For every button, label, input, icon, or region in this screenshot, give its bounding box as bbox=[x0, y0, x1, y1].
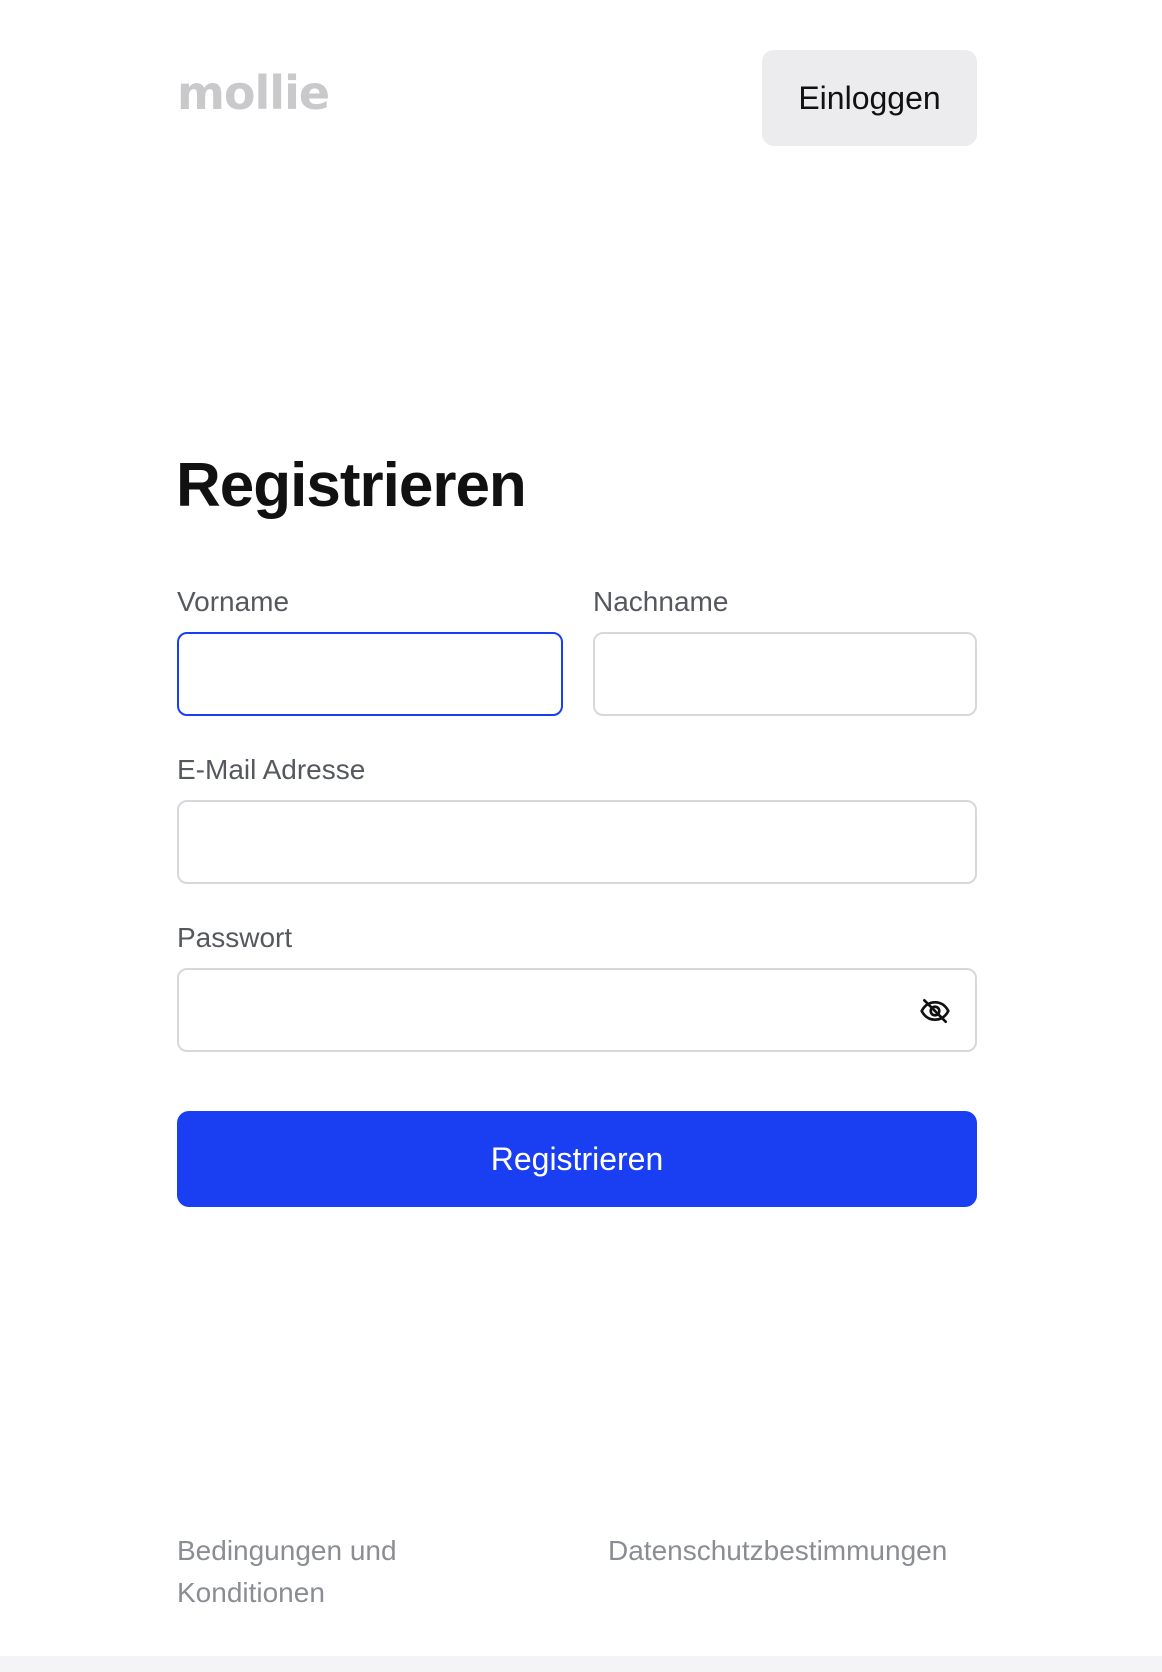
last-name-input[interactable] bbox=[593, 632, 977, 716]
first-name-input[interactable] bbox=[177, 632, 563, 716]
last-name-label: Nachname bbox=[593, 586, 729, 617]
email-input[interactable] bbox=[177, 800, 977, 884]
email-label: E-Mail Adresse bbox=[177, 754, 366, 785]
password-label: Passwort bbox=[177, 922, 293, 953]
page-title: Registrieren bbox=[176, 451, 527, 520]
privacy-link[interactable]: Datenschutzbestimmungen bbox=[608, 1530, 947, 1572]
password-input[interactable] bbox=[177, 968, 977, 1052]
terms-link[interactable]: Bedingungen und Konditionen bbox=[177, 1530, 477, 1614]
password-visibility-toggle[interactable] bbox=[914, 990, 956, 1032]
register-button[interactable]: Registrieren bbox=[177, 1111, 977, 1207]
eye-off-icon bbox=[920, 999, 950, 1023]
first-name-label: Vorname bbox=[177, 586, 290, 617]
login-button[interactable]: Einloggen bbox=[762, 50, 977, 146]
bottom-strip bbox=[0, 1656, 1162, 1672]
mollie-logo[interactable]: mollie bbox=[177, 70, 330, 116]
